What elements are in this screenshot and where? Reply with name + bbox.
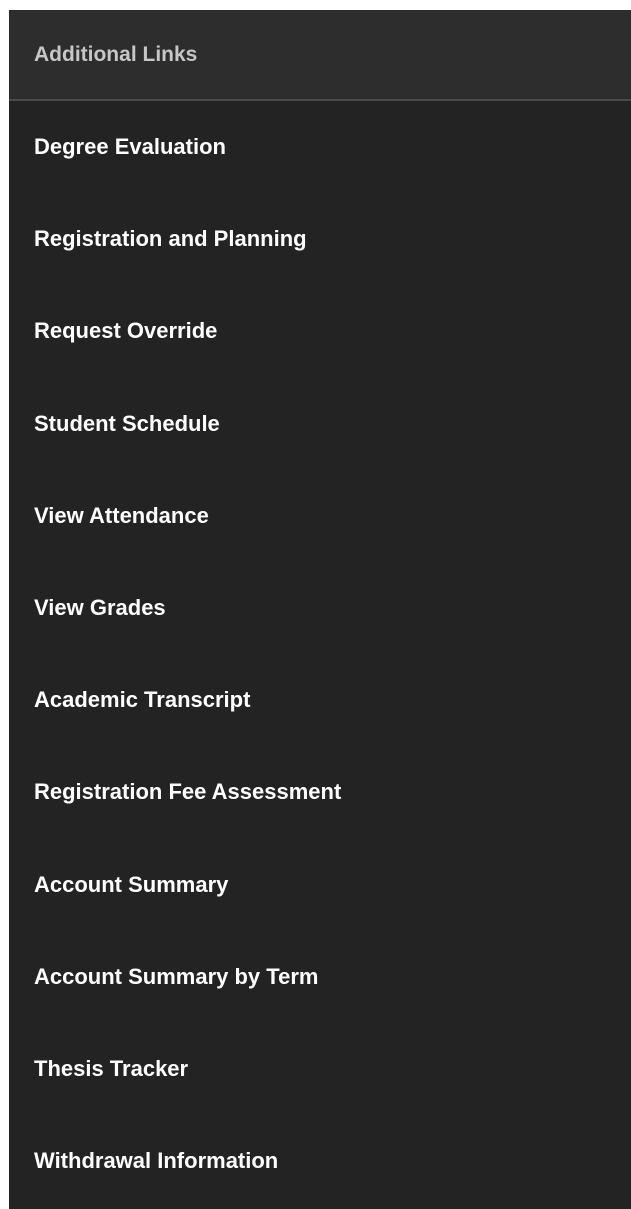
link-list: Degree Evaluation Registration and Plann…	[9, 101, 631, 1207]
link-account-summary[interactable]: Account Summary	[9, 839, 631, 931]
link-view-grades[interactable]: View Grades	[9, 562, 631, 654]
link-degree-evaluation[interactable]: Degree Evaluation	[9, 101, 631, 193]
link-label[interactable]: Request Override	[34, 318, 217, 344]
link-student-schedule[interactable]: Student Schedule	[9, 378, 631, 470]
link-label[interactable]: Account Summary	[34, 872, 228, 898]
link-label[interactable]: Student Schedule	[34, 411, 220, 437]
link-withdrawal-information[interactable]: Withdrawal Information	[9, 1115, 631, 1207]
additional-links-panel: Additional Links Degree Evaluation Regis…	[9, 10, 631, 1209]
link-label[interactable]: Degree Evaluation	[34, 134, 226, 160]
link-request-override[interactable]: Request Override	[9, 285, 631, 377]
link-label[interactable]: View Attendance	[34, 503, 209, 529]
link-label[interactable]: Account Summary by Term	[34, 964, 318, 990]
link-label[interactable]: Registration and Planning	[34, 226, 307, 252]
link-registration-and-planning[interactable]: Registration and Planning	[9, 193, 631, 285]
link-label[interactable]: Thesis Tracker	[34, 1056, 188, 1082]
link-label[interactable]: Academic Transcript	[34, 687, 250, 713]
link-label[interactable]: Withdrawal Information	[34, 1148, 278, 1174]
link-account-summary-by-term[interactable]: Account Summary by Term	[9, 931, 631, 1023]
panel-title: Additional Links	[34, 42, 198, 66]
link-view-attendance[interactable]: View Attendance	[9, 470, 631, 562]
panel-header: Additional Links	[9, 10, 631, 101]
link-thesis-tracker[interactable]: Thesis Tracker	[9, 1023, 631, 1115]
link-academic-transcript[interactable]: Academic Transcript	[9, 654, 631, 746]
link-label[interactable]: View Grades	[34, 595, 166, 621]
link-registration-fee-assessment[interactable]: Registration Fee Assessment	[9, 746, 631, 838]
link-label[interactable]: Registration Fee Assessment	[34, 779, 341, 805]
